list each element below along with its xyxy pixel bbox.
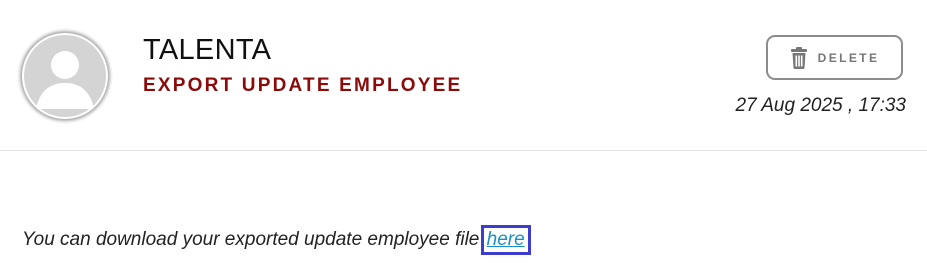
- sender-name: TALENTA: [143, 34, 272, 66]
- delete-button[interactable]: DELETE: [766, 35, 903, 80]
- user-placeholder-icon: [24, 35, 106, 117]
- avatar: [22, 33, 108, 119]
- email-header: TALENTA EXPORT UPDATE EMPLOYEE DELETE 27…: [0, 0, 927, 151]
- delete-button-label: DELETE: [817, 50, 880, 65]
- download-link[interactable]: here: [480, 225, 531, 255]
- email-timestamp: 27 Aug 2025 , 17:33: [735, 95, 906, 116]
- trash-icon: [790, 46, 808, 69]
- email-subject: EXPORT UPDATE EMPLOYEE: [143, 75, 463, 96]
- email-view: TALENTA EXPORT UPDATE EMPLOYEE DELETE 27…: [0, 0, 927, 267]
- email-body: You can download your exported update em…: [22, 225, 531, 255]
- email-message: You can download your exported update em…: [22, 229, 485, 250]
